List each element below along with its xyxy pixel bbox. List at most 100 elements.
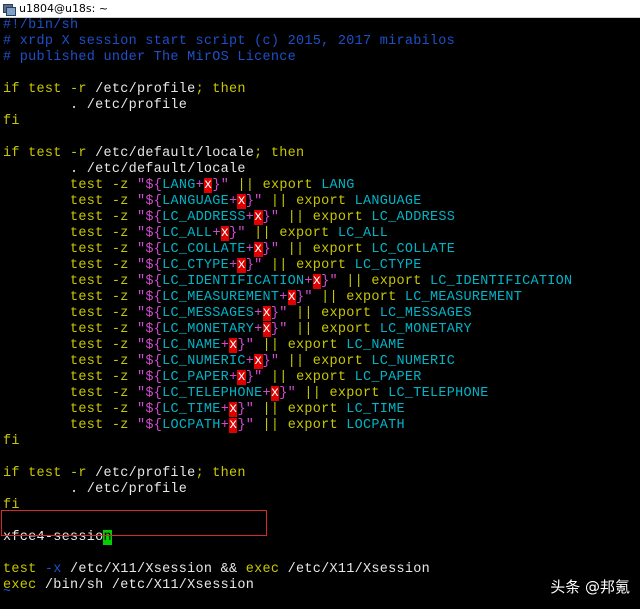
code-token: fi bbox=[3, 434, 20, 449]
code-token: }" bbox=[245, 258, 263, 273]
code-line: test -z "${LC_IDENTIFICATION+x}" || expo… bbox=[3, 274, 572, 290]
code-token: # published under The MirOS Licence bbox=[3, 50, 296, 65]
code-token: LC_ADDRESS bbox=[371, 210, 456, 225]
code-token: LC_PAPER bbox=[354, 370, 422, 385]
code-token: . /etc/profile bbox=[3, 98, 188, 113]
code-token: LANGUAGE bbox=[162, 194, 230, 209]
code-token: export bbox=[296, 370, 355, 385]
code-token: + bbox=[220, 418, 230, 433]
code-line: test -z "${LC_NAME+x}" || export LC_NAME bbox=[3, 338, 405, 354]
code-token: test -z bbox=[3, 194, 137, 209]
code-token: "${ bbox=[136, 194, 163, 209]
code-token: || bbox=[337, 274, 372, 289]
code-line: test -z "${LC_ALL+x}" || export LC_ALL bbox=[3, 226, 388, 242]
code-token: || bbox=[296, 386, 330, 401]
code-token: x bbox=[262, 322, 271, 337]
code-token: || bbox=[279, 210, 313, 225]
code-token: "${ bbox=[136, 210, 163, 225]
code-token: test -z bbox=[3, 338, 137, 353]
code-token: + bbox=[245, 210, 255, 225]
code-token: x bbox=[312, 274, 322, 289]
code-line: fi bbox=[3, 114, 20, 130]
code-token: LC_MESSAGES bbox=[379, 306, 472, 321]
code-token: test -z bbox=[3, 306, 137, 321]
code-token: }" bbox=[245, 370, 263, 385]
code-token: || bbox=[312, 290, 347, 305]
code-token: || bbox=[262, 258, 297, 273]
code-line: test -z "${LC_MEASUREMENT+x}" || export … bbox=[3, 290, 522, 306]
code-token: /etc/profile bbox=[95, 466, 196, 481]
code-token: /etc/X11/Xsession bbox=[279, 562, 430, 577]
code-token: LOCPATH bbox=[346, 418, 405, 433]
code-token: }" bbox=[245, 194, 263, 209]
code-token: LC_CTYPE bbox=[162, 258, 230, 273]
code-line: fi bbox=[3, 434, 20, 450]
code-line: test -x /etc/X11/Xsession && exec /etc/X… bbox=[3, 562, 430, 578]
code-token: "${ bbox=[136, 306, 163, 321]
code-token: /etc/X11/Xsession && bbox=[61, 562, 246, 577]
code-token: LANG bbox=[162, 178, 196, 193]
code-line: test -z "${LANGUAGE+x}" || export LANGUA… bbox=[3, 194, 422, 210]
code-token: export bbox=[312, 210, 372, 225]
code-token: x bbox=[237, 258, 246, 273]
code-line: . /etc/profile bbox=[3, 482, 187, 498]
code-token: }" bbox=[212, 178, 230, 193]
code-token: LOCPATH bbox=[162, 418, 221, 433]
code-token: || bbox=[254, 338, 288, 353]
code-token: LC_NUMERIC bbox=[371, 354, 456, 369]
code-token: export bbox=[371, 274, 430, 289]
code-token: #!/bin/sh bbox=[3, 18, 79, 33]
code-token: if test -r bbox=[3, 466, 96, 481]
code-token: export bbox=[321, 322, 380, 337]
code-token: /bin/sh /etc/X11/Xsession bbox=[36, 578, 255, 593]
title-bar[interactable]: u1804@u18s: ~ bbox=[0, 0, 640, 18]
code-line: test -z "${LC_CTYPE+x}" || export LC_CTY… bbox=[3, 258, 422, 274]
code-token: x bbox=[254, 210, 263, 225]
code-token: "${ bbox=[136, 338, 163, 353]
code-token: LC_COLLATE bbox=[371, 242, 456, 257]
code-line: test -z "${LC_NUMERIC+x}" || export LC_N… bbox=[3, 354, 455, 370]
code-token: + bbox=[195, 178, 204, 193]
code-token: LC_MESSAGES bbox=[162, 306, 255, 321]
code-token: export bbox=[296, 194, 355, 209]
code-token: . /etc/profile bbox=[3, 482, 188, 497]
code-token: /etc/default/locale bbox=[95, 146, 255, 161]
code-token: || bbox=[254, 402, 288, 417]
code-token: LANG bbox=[321, 178, 355, 193]
code-token: export bbox=[279, 226, 338, 241]
code-token: x bbox=[254, 242, 263, 257]
code-token: + bbox=[254, 322, 263, 337]
code-token: export bbox=[312, 354, 372, 369]
code-token: + bbox=[245, 354, 255, 369]
code-token: || bbox=[262, 370, 297, 385]
code-token: LC_IDENTIFICATION bbox=[430, 274, 573, 289]
code-line: test -z "${LC_COLLATE+x}" || export LC_C… bbox=[3, 242, 455, 258]
code-token: test -z bbox=[3, 258, 137, 273]
code-token: }" bbox=[237, 338, 255, 353]
code-token: LC_ALL bbox=[162, 226, 213, 241]
code-token: ; then bbox=[254, 146, 305, 161]
code-token: x bbox=[237, 370, 246, 385]
code-token: export bbox=[296, 258, 355, 273]
empty-line-marker: ~ bbox=[3, 585, 12, 600]
code-token: LC_MONETARY bbox=[379, 322, 472, 337]
code-token: LC_NUMERIC bbox=[162, 354, 246, 369]
code-token: export bbox=[287, 402, 347, 417]
code-token: x bbox=[254, 354, 263, 369]
code-token: ; then bbox=[195, 466, 246, 481]
code-token: x bbox=[262, 306, 271, 321]
code-token: "${ bbox=[136, 258, 163, 273]
code-token: test -z bbox=[3, 386, 137, 401]
code-line: exec /bin/sh /etc/X11/Xsession bbox=[3, 578, 254, 594]
code-token: + bbox=[220, 338, 230, 353]
code-token: LC_MONETARY bbox=[162, 322, 255, 337]
code-token: LC_COLLATE bbox=[162, 242, 246, 257]
window-title: u1804@u18s: ~ bbox=[19, 2, 109, 15]
watermark: 头条 @邦氪 bbox=[550, 578, 630, 596]
code-token: + bbox=[279, 290, 288, 305]
code-token: export bbox=[287, 418, 347, 433]
code-token: "${ bbox=[136, 226, 163, 241]
code-token: test -z bbox=[3, 210, 137, 225]
code-token: # xrdp X session start script (c) 2015, … bbox=[3, 34, 456, 49]
code-token: + bbox=[262, 386, 271, 401]
